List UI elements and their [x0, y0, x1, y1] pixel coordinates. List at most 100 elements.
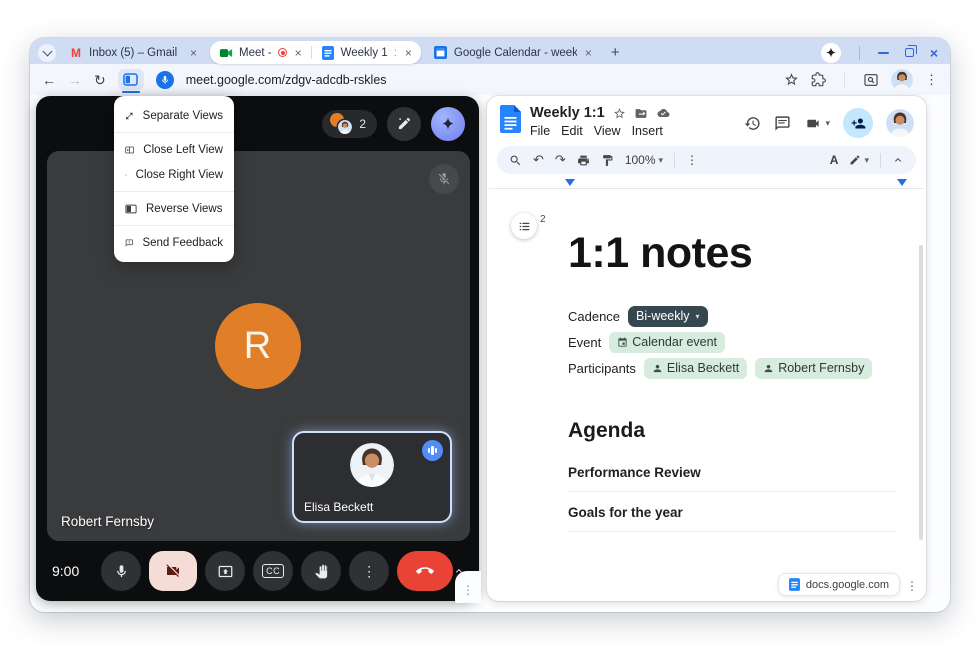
docs-toolbar: ↶ ↷ 100% ▾ ⋮ A ▾	[497, 146, 916, 174]
tab-calendar[interactable]: Google Calendar - week of ×	[425, 42, 601, 64]
mic-button[interactable]	[101, 551, 141, 591]
videocam-off-icon	[165, 563, 181, 579]
raise-hand-button[interactable]	[301, 551, 341, 591]
menu-insert[interactable]: Insert	[632, 124, 663, 138]
comment-indicator[interactable]: 2	[511, 213, 546, 239]
new-tab-button[interactable]: +	[611, 44, 620, 61]
tab-search-button[interactable]	[38, 44, 56, 62]
participants-pill[interactable]: 2	[322, 110, 377, 138]
restore-button[interactable]	[905, 48, 914, 57]
present-screen-icon	[218, 564, 233, 579]
gemini-button[interactable]	[821, 43, 841, 63]
person-chip[interactable]: Elisa Beckett	[644, 358, 747, 379]
menu-item-send-feedback[interactable]: Send Feedback	[114, 230, 234, 255]
share-button[interactable]	[843, 108, 873, 138]
back-button[interactable]: ←	[42, 73, 56, 87]
browser-menu-button[interactable]: ⋮	[925, 72, 938, 88]
annotate-button[interactable]	[387, 107, 421, 141]
tab-label: Meet -	[239, 47, 272, 59]
agenda-item[interactable]: Goals for the year	[568, 492, 896, 532]
tab-meet[interactable]: Meet - ×	[210, 41, 311, 64]
field-label: Event	[568, 335, 601, 350]
pen-icon	[397, 116, 412, 131]
section-heading[interactable]: Agenda	[568, 419, 896, 443]
reload-button[interactable]: ↻	[94, 73, 106, 87]
participant-count: 2	[359, 117, 366, 131]
redo-icon[interactable]: ↷	[555, 152, 566, 168]
profile-avatar[interactable]	[891, 69, 913, 91]
calendar-event-chip[interactable]: Calendar event	[609, 332, 725, 353]
self-view-tile[interactable]: Elisa Beckett	[292, 431, 452, 523]
agenda-item[interactable]: Performance Review	[568, 452, 896, 492]
zoom-select[interactable]: 100% ▾	[625, 153, 663, 167]
pane-options-button[interactable]: ⋮	[906, 579, 918, 593]
captions-button[interactable]: CC	[253, 551, 293, 591]
meta-fields: Cadence Bi-weekly ▾ Event Calendar event	[568, 305, 896, 379]
tab-close-button[interactable]: ×	[190, 47, 197, 59]
tab-mic-indicator[interactable]	[156, 71, 174, 89]
more-options-button[interactable]: ⋮	[349, 551, 389, 591]
menu-file[interactable]: File	[530, 124, 550, 138]
tab-close-button[interactable]: ×	[295, 47, 302, 59]
docs-favicon	[321, 46, 335, 60]
menu-item-separate-views[interactable]: Separate Views	[114, 103, 234, 128]
menu-view[interactable]: View	[594, 124, 621, 138]
side-search-icon[interactable]	[863, 72, 879, 88]
scrollbar-thumb[interactable]	[919, 245, 923, 540]
reverse-views-icon	[125, 203, 137, 215]
doc-title[interactable]: Weekly 1:1	[530, 105, 605, 121]
more-vert-icon: ⋮	[362, 563, 376, 580]
undo-icon[interactable]: ↶	[533, 152, 544, 168]
collapse-menus-button[interactable]	[892, 154, 904, 166]
split-divider-handle[interactable]: ⋮	[462, 583, 474, 597]
menu-edit[interactable]: Edit	[561, 124, 583, 138]
cloud-saved-icon[interactable]	[656, 107, 671, 119]
tab-close-button[interactable]: ×	[585, 47, 592, 59]
paint-format-icon[interactable]	[601, 154, 614, 167]
extensions-icon[interactable]	[811, 72, 826, 87]
cadence-dropdown-chip[interactable]: Bi-weekly ▾	[628, 306, 708, 327]
bookmark-star-icon[interactable]	[784, 72, 799, 87]
version-history-icon[interactable]	[744, 115, 761, 132]
docs-logo-icon	[500, 105, 521, 133]
meet-top-bar: 2	[36, 96, 479, 151]
markup-pen-icon[interactable]: A	[830, 154, 839, 166]
comments-icon[interactable]	[774, 115, 791, 132]
end-call-button[interactable]	[397, 551, 453, 591]
tab-docs[interactable]: Weekly 1 : ×	[312, 41, 421, 64]
star-doc-icon[interactable]	[613, 107, 626, 120]
search-icon[interactable]	[509, 154, 522, 167]
close-left-view-icon	[125, 144, 134, 156]
split-view-button[interactable]	[118, 69, 144, 90]
tab-label: Inbox (5) – Gmail	[89, 47, 182, 59]
main-video-tile: R Robert Fernsby Elisa Beckett	[47, 151, 470, 541]
meet-gemini-button[interactable]	[431, 107, 465, 141]
tab-close-button[interactable]: ×	[405, 47, 412, 59]
document-title[interactable]: 1:1 notes	[568, 229, 896, 278]
menu-item-close-left-view[interactable]: Close Left View	[114, 137, 234, 162]
camera-off-button[interactable]	[149, 551, 197, 591]
toolbar-overflow-button[interactable]: ⋮	[686, 153, 698, 167]
tab-label: Weekly 1	[341, 47, 388, 59]
join-call-button[interactable]: ▾	[804, 116, 830, 131]
docs-profile-avatar[interactable]	[886, 109, 914, 137]
right-margin-marker[interactable]	[897, 179, 907, 186]
person-chip[interactable]: Robert Fernsby	[755, 358, 872, 379]
pane-url-badge[interactable]: docs.google.com	[778, 573, 900, 596]
editing-mode-select[interactable]: ▾	[849, 154, 869, 166]
minimize-button[interactable]	[878, 52, 889, 54]
close-window-button[interactable]: ×	[930, 46, 938, 60]
tab-strip: M Inbox (5) – Gmail × Meet - × Weekly 1 …	[30, 38, 950, 64]
tab-gmail[interactable]: M Inbox (5) – Gmail ×	[60, 42, 206, 64]
left-margin-marker[interactable]	[565, 179, 575, 186]
move-folder-icon[interactable]	[634, 107, 648, 120]
gemini-star-icon	[440, 116, 456, 132]
menu-item-reverse-views[interactable]: Reverse Views	[114, 196, 234, 221]
divider	[844, 73, 845, 87]
docs-menu-bar: File Edit View Insert	[530, 124, 671, 138]
address-bar-url[interactable]: meet.google.com/zdgv-adcdb-rskles	[186, 73, 387, 87]
forward-button[interactable]: →	[68, 73, 82, 87]
present-button[interactable]	[205, 551, 245, 591]
print-icon[interactable]	[577, 154, 590, 167]
menu-item-close-right-view[interactable]: Close Right View	[114, 162, 234, 187]
